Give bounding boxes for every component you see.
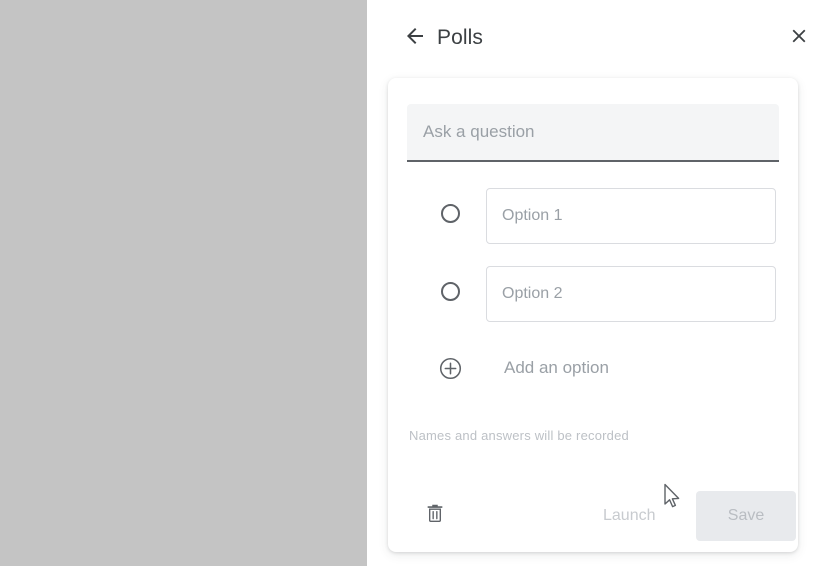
option-field[interactable] bbox=[486, 188, 777, 244]
option-field[interactable] bbox=[486, 266, 777, 322]
dimmed-backdrop bbox=[0, 0, 367, 566]
close-button[interactable] bbox=[779, 18, 819, 58]
question-input[interactable] bbox=[407, 104, 779, 160]
radio-unchecked-icon[interactable] bbox=[441, 204, 460, 223]
plus-circle-icon bbox=[439, 357, 462, 380]
launch-button[interactable]: Launch bbox=[593, 500, 666, 532]
page-title: Polls bbox=[437, 26, 484, 49]
back-button[interactable] bbox=[395, 18, 435, 58]
card-footer: Launch Save bbox=[388, 478, 798, 552]
question-underline bbox=[407, 160, 779, 162]
option-row bbox=[388, 262, 798, 324]
delete-poll-button[interactable] bbox=[418, 498, 452, 532]
poll-card: Add an option Names and answers will be … bbox=[388, 78, 798, 552]
panel-header: Polls bbox=[367, 0, 830, 72]
polls-side-panel: Polls Ask a question Option 1 Option 2 A… bbox=[367, 0, 830, 566]
question-field[interactable] bbox=[407, 104, 779, 160]
trash-icon bbox=[424, 502, 446, 529]
radio-unchecked-icon[interactable] bbox=[441, 282, 460, 301]
privacy-notice: Names and answers will be recorded bbox=[409, 428, 629, 443]
close-icon bbox=[788, 25, 810, 52]
save-button[interactable]: Save bbox=[696, 491, 796, 541]
add-option-label: Add an option bbox=[504, 358, 609, 377]
screen: Polls Ask a question Option 1 Option 2 A… bbox=[0, 0, 830, 566]
add-option-button[interactable]: Add an option bbox=[388, 346, 798, 390]
option-row bbox=[388, 184, 798, 246]
option-input[interactable] bbox=[487, 189, 777, 243]
arrow-left-icon bbox=[403, 24, 427, 53]
option-input[interactable] bbox=[487, 267, 777, 321]
